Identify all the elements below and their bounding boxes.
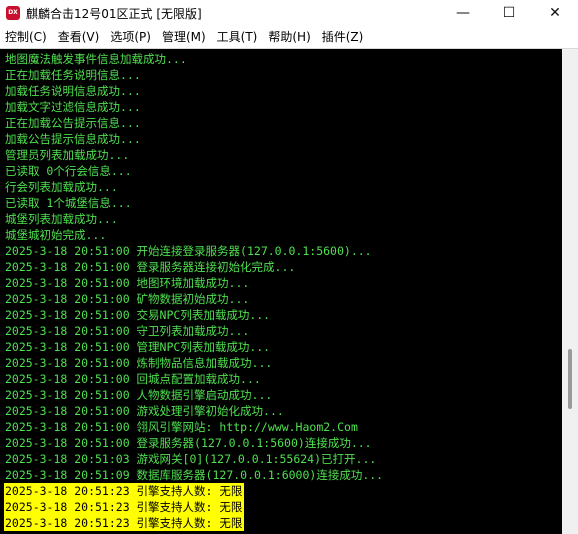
log-line: 2025-3-18 20:51:00 炼制物品信息加载成功... <box>5 356 273 370</box>
menu-tools[interactable]: 工具(T) <box>212 26 264 48</box>
window-title: 麒麟合击12号01区正式 [无限版] <box>26 6 202 21</box>
log-line: 行会列表加载成功... <box>5 180 118 194</box>
log-line: 2025-3-18 20:51:00 守卫列表加载成功... <box>5 324 250 338</box>
log-line: 2025-3-18 20:51:03 游戏网关[0](127.0.0.1:556… <box>5 452 377 466</box>
close-button[interactable]: ✕ <box>532 0 578 26</box>
window-controls: — ☐ ✕ <box>440 0 578 26</box>
log-line: 城堡列表加载成功... <box>5 212 118 226</box>
log-line: 加载公告提示信息成功... <box>5 132 141 146</box>
log-line: 2025-3-18 20:51:00 矿物数据初始成功... <box>5 292 250 306</box>
log-line: 2025-3-18 20:51:00 登录服务器(127.0.0.1:5600)… <box>5 436 372 450</box>
log-line: 城堡城初始完成... <box>5 228 107 242</box>
menu-control[interactable]: 控制(C) <box>0 26 53 48</box>
menu-options[interactable]: 选项(P) <box>105 26 157 48</box>
title-bar[interactable]: DX 麒麟合击12号01区正式 [无限版] — ☐ ✕ <box>0 0 578 26</box>
maximize-button[interactable]: ☐ <box>486 0 532 26</box>
log-line-highlighted: 2025-3-18 20:51:23 引擎支持人数: 无限 <box>4 499 245 515</box>
minimize-button[interactable]: — <box>440 0 486 26</box>
log-line: 加载任务说明信息成功... <box>5 84 141 98</box>
app-icon[interactable]: DX <box>6 6 20 20</box>
log-line: 2025-3-18 20:51:09 数据库服务器(127.0.0.1:6000… <box>5 468 384 482</box>
menu-plugins[interactable]: 插件(Z) <box>317 26 370 48</box>
log-line: 管理员列表加载成功... <box>5 148 130 162</box>
log-line: 2025-3-18 20:51:00 地图环境加载成功... <box>5 276 250 290</box>
log-line: 正在加载任务说明信息... <box>5 68 141 82</box>
log-line: 2025-3-18 20:51:00 管理NPC列表加载成功... <box>5 340 271 354</box>
menu-manage[interactable]: 管理(M) <box>157 26 212 48</box>
scrollbar-thumb[interactable] <box>568 349 572 409</box>
log-line: 加载文字过滤信息成功... <box>5 100 141 114</box>
log-line-highlighted: 2025-3-18 20:51:23 引擎支持人数: 无限 <box>4 483 245 499</box>
log-line: 2025-3-18 20:51:00 回城点配置加载成功... <box>5 372 261 386</box>
menu-bar: 控制(C) 查看(V) 选项(P) 管理(M) 工具(T) 帮助(H) 插件(Z… <box>0 26 578 49</box>
log-line: 2025-3-18 20:51:00 交易NPC列表加载成功... <box>5 308 271 322</box>
menu-view[interactable]: 查看(V) <box>53 26 106 48</box>
log-line-highlighted: 2025-3-18 20:51:23 引擎支持人数: 无限 <box>4 515 245 531</box>
log-line: 已读取 1个城堡信息... <box>5 196 132 210</box>
log-line: 2025-3-18 20:51:00 游戏处理引擎初始化成功... <box>5 404 284 418</box>
log-line: 地图魔法触发事件信息加载成功... <box>5 52 187 66</box>
log-line: 2025-3-18 20:51:00 开始连接登录服务器(127.0.0.1:5… <box>5 244 372 258</box>
log-line: 2025-3-18 20:51:00 翎风引擎网站: http://www.Ha… <box>5 420 358 434</box>
log-line: 2025-3-18 20:51:00 登录服务器连接初始化完成... <box>5 260 296 274</box>
log-console[interactable]: 地图魔法触发事件信息加载成功... 正在加载任务说明信息... 加载任务说明信息… <box>0 49 562 534</box>
menu-help[interactable]: 帮助(H) <box>263 26 316 48</box>
log-line: 正在加载公告提示信息... <box>5 116 141 130</box>
vertical-scrollbar[interactable] <box>562 49 578 534</box>
log-line: 已读取 0个行会信息... <box>5 164 132 178</box>
log-line: 2025-3-18 20:51:00 人物数据引擎启动成功... <box>5 388 273 402</box>
